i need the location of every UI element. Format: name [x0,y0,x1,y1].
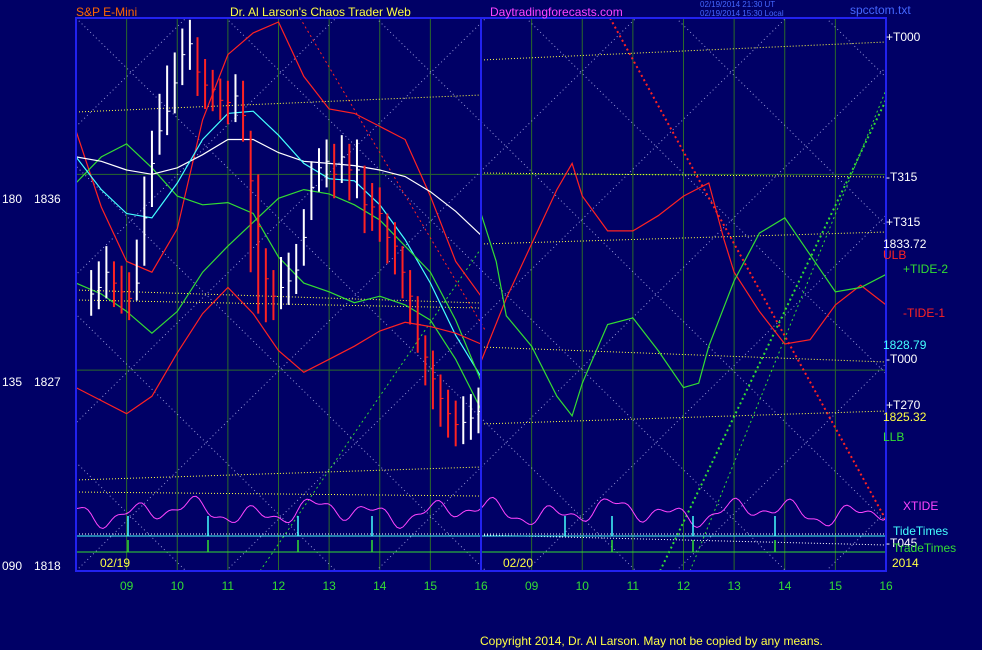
hour-tick-label: 15 [829,579,843,593]
y-price-label: 1836 [34,192,61,206]
hour-tick-label: 13 [322,579,336,593]
hour-tick-label: 10 [576,579,590,593]
hour-tick-label: 16 [474,579,488,593]
hour-tick-label: 10 [171,579,185,593]
file-name: spcctom.txt [850,3,911,17]
copyright-text: Copyright 2014, Dr. Al Larson. May not b… [480,634,823,648]
right-label: ULB [883,248,906,262]
hour-tick-label: 13 [727,579,741,593]
y-price-label: 1818 [34,559,61,573]
right-label: +TIDE-2 [903,262,948,276]
right-label: 1828.79 [883,338,927,352]
hour-tick-label: 09 [525,579,539,593]
timestamp-ut: 02/19/2014 21:30 UT [700,0,775,9]
chart: S&P E-Mini Dr. Al Larson's Chaos Trader … [0,0,982,650]
site-url[interactable]: Daytradingforecasts.com [490,5,623,19]
hour-tick-label: 16 [879,579,893,593]
right-label: +T315 [886,215,921,229]
right-label: +T000 [886,30,921,44]
hour-tick-label: 12 [677,579,691,593]
y-angle-label: 135 [2,375,22,389]
hour-tick-label: 09 [120,579,134,593]
hour-tick-label: 14 [778,579,792,593]
y-price-label: 1827 [34,375,61,389]
year-label: 2014 [892,556,919,570]
instrument-title: S&P E-Mini [76,5,137,19]
right-label: -T000 [886,352,918,366]
hour-tick-label: 15 [424,579,438,593]
right-label: XTIDE [903,499,938,513]
hour-tick-label: 11 [627,579,640,593]
y-angle-label: 090 [2,559,22,573]
right-label: LLB [883,430,904,444]
hour-tick-label: 14 [373,579,387,593]
right-label: -T315 [886,170,918,184]
hour-tick-label: 11 [222,579,235,593]
date-label-day1: 02/19 [100,556,130,570]
right-label: 1825.32 [883,410,927,424]
site-title: Dr. Al Larson's Chaos Trader Web [230,5,411,19]
y-angle-label: 180 [2,192,22,206]
right-label: TradeTimes [893,541,956,555]
timestamp-local: 02/19/2014 15:30 Local [700,9,784,18]
date-label-day2: 02/20 [503,556,533,570]
right-label: -TIDE-1 [903,306,945,320]
hour-tick-label: 12 [272,579,286,593]
